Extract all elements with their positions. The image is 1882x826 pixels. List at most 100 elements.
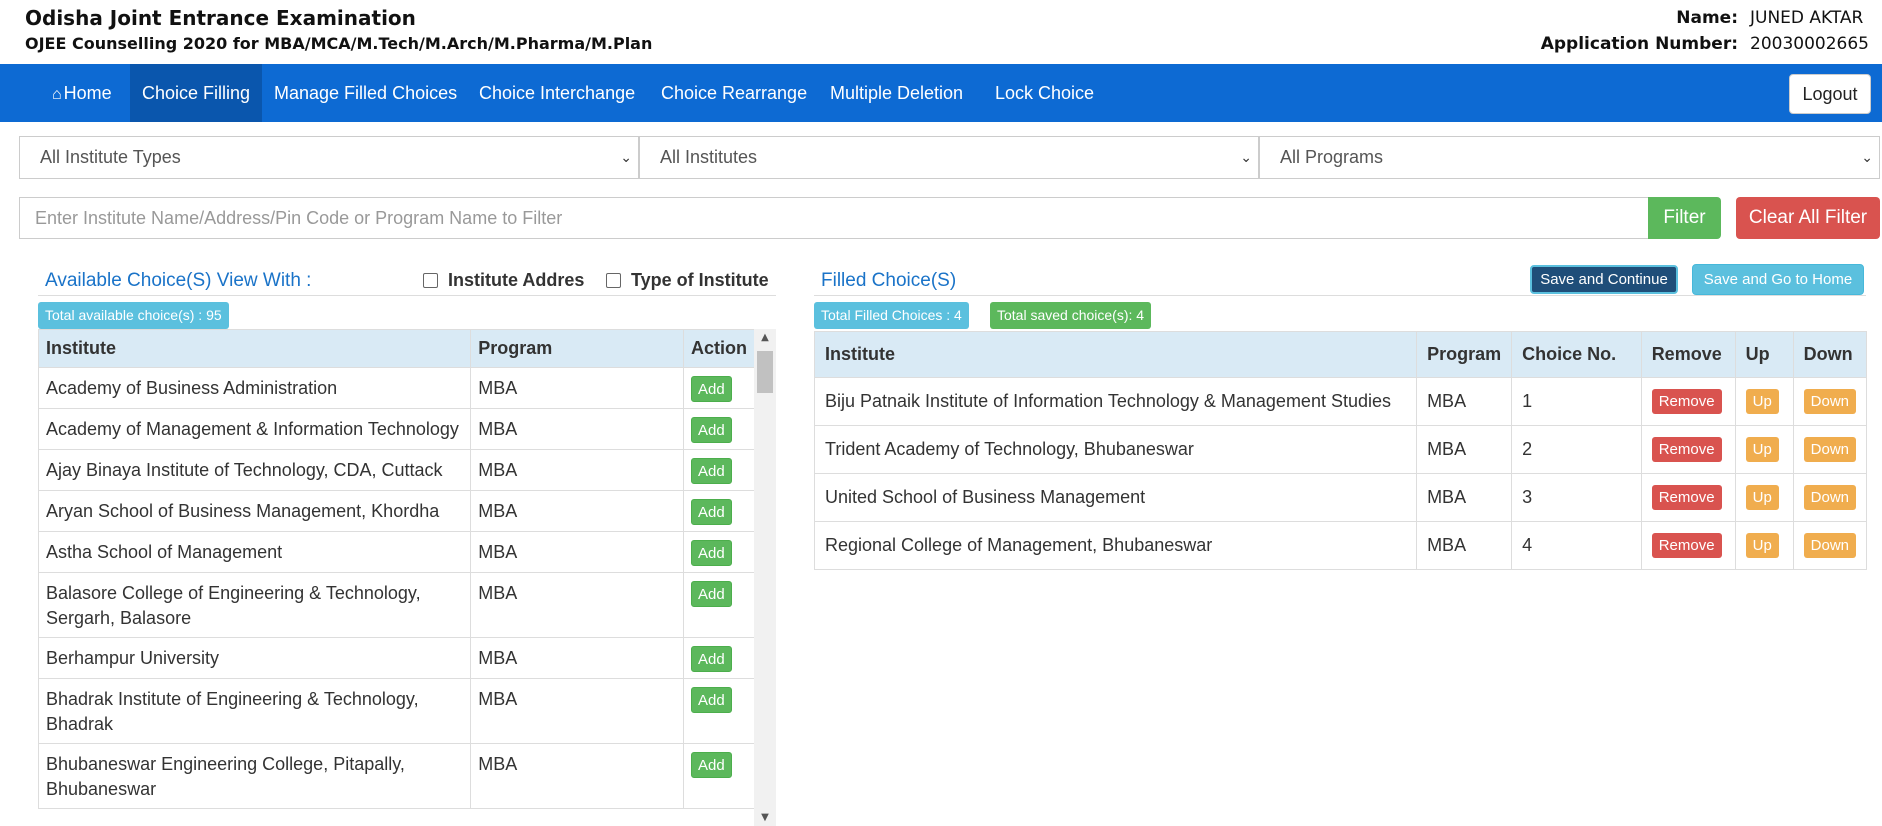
program-cell: MBA: [470, 637, 684, 679]
page-subtitle: OJEE Counselling 2020 for MBA/MCA/M.Tech…: [25, 34, 653, 53]
program-cell: MBA: [1416, 377, 1513, 426]
program-cell: MBA: [470, 408, 684, 450]
nav-choice-filling[interactable]: Choice Filling: [130, 64, 263, 122]
add-button[interactable]: Add: [691, 540, 732, 566]
available-choices-table: Institute Program Action Academy of Busi…: [38, 329, 755, 809]
table-row: Astha School of Management MBA Add: [38, 531, 755, 573]
choice-number-cell: 1: [1511, 377, 1642, 426]
up-button[interactable]: Up: [1745, 485, 1779, 510]
chevron-down-icon: ⌄: [1240, 149, 1252, 165]
table-row: Ajay Binaya Institute of Technology, CDA…: [38, 449, 755, 491]
column-header-institute: Institute: [38, 329, 472, 368]
table-row: Berhampur University MBA Add: [38, 637, 755, 679]
nav-multiple-deletion[interactable]: Multiple Deletion: [818, 64, 975, 122]
name-label: Name:: [1676, 8, 1738, 28]
nav-manage-filled-choices[interactable]: Manage Filled Choices: [262, 64, 469, 122]
add-button[interactable]: Add: [691, 646, 732, 672]
clear-all-filter-button[interactable]: Clear All Filter: [1736, 197, 1880, 239]
column-header-action: Action: [683, 329, 755, 368]
program-cell: MBA: [1416, 473, 1513, 522]
application-number-value: 20030002665: [1750, 34, 1869, 54]
save-and-continue-button[interactable]: Save and Continue: [1530, 265, 1678, 294]
add-button[interactable]: Add: [691, 417, 732, 443]
remove-button[interactable]: Remove: [1651, 437, 1722, 462]
table-row: Aryan School of Business Management, Kho…: [38, 490, 755, 532]
institute-cell: Trident Academy of Technology, Bhubanesw…: [813, 425, 1418, 474]
add-button[interactable]: Add: [691, 458, 732, 484]
institute-cell: Berhampur University: [38, 637, 472, 679]
table-row: Balasore College of Engineering & Techno…: [38, 572, 755, 638]
filter-button[interactable]: Filter: [1648, 197, 1721, 239]
scroll-down-arrow-icon[interactable]: ▼: [754, 812, 776, 823]
add-button[interactable]: Add: [691, 499, 732, 525]
remove-button[interactable]: Remove: [1651, 389, 1722, 414]
nav-home[interactable]: ⌂ Home: [40, 64, 124, 122]
institute-type-checkbox[interactable]: [606, 273, 621, 288]
column-header-remove: Remove: [1640, 331, 1736, 378]
program-cell: MBA: [470, 367, 684, 409]
down-button[interactable]: Down: [1803, 437, 1856, 462]
page-title: Odisha Joint Entrance Examination: [25, 6, 416, 30]
table-row: Bhadrak Institute of Engineering & Techn…: [38, 678, 755, 744]
program-cell: MBA: [1416, 425, 1513, 474]
add-button[interactable]: Add: [691, 752, 732, 778]
filled-choices-table: Institute Program Choice No. Remove Up D…: [813, 331, 1868, 570]
down-button[interactable]: Down: [1803, 533, 1856, 558]
choice-number-cell: 2: [1511, 425, 1642, 474]
program-cell: MBA: [470, 743, 684, 809]
available-choices-header: Available Choice(S) View With : Institut…: [38, 268, 776, 296]
nav-choice-rearrange[interactable]: Choice Rearrange: [649, 64, 819, 122]
column-header-program: Program: [1416, 331, 1513, 378]
remove-button[interactable]: Remove: [1651, 485, 1722, 510]
program-cell: MBA: [470, 531, 684, 573]
program-cell: MBA: [470, 490, 684, 532]
institute-cell: Regional College of Management, Bhubanes…: [813, 521, 1418, 570]
institute-type-select[interactable]: All Institute Types ⌄: [19, 136, 639, 179]
institute-cell: Balasore College of Engineering & Techno…: [38, 572, 472, 638]
available-list-scrollbar[interactable]: ▲ ▼: [754, 329, 776, 826]
application-number-label: Application Number:: [1540, 34, 1738, 54]
institute-address-checkbox[interactable]: [423, 273, 438, 288]
institute-cell: Aryan School of Business Management, Kho…: [38, 490, 472, 532]
program-select[interactable]: All Programs ⌄: [1259, 136, 1880, 179]
nav-choice-interchange[interactable]: Choice Interchange: [467, 64, 647, 122]
choice-number-cell: 3: [1511, 473, 1642, 522]
logout-button[interactable]: Logout: [1789, 74, 1871, 114]
name-value: JUNED AKTAR: [1750, 8, 1864, 28]
up-button[interactable]: Up: [1745, 389, 1779, 414]
table-row: Bhubaneswar Engineering College, Pitapal…: [38, 743, 755, 809]
home-icon: ⌂: [52, 86, 62, 103]
down-button[interactable]: Down: [1803, 389, 1856, 414]
total-available-badge: Total available choice(s) : 95: [38, 302, 229, 329]
scrollbar-thumb[interactable]: [757, 351, 773, 393]
table-row: Biju Patnaik Institute of Information Te…: [813, 377, 1868, 426]
institute-cell: United School of Business Management: [813, 473, 1418, 522]
column-header-program: Program: [470, 329, 684, 368]
total-filled-badge: Total Filled Choices : 4: [814, 302, 969, 329]
program-cell: MBA: [1416, 521, 1513, 570]
institute-cell: Bhadrak Institute of Engineering & Techn…: [38, 678, 472, 744]
add-button[interactable]: Add: [691, 581, 732, 607]
chevron-down-icon: ⌄: [1861, 149, 1873, 165]
save-and-go-home-button[interactable]: Save and Go to Home: [1692, 264, 1864, 295]
up-button[interactable]: Up: [1745, 533, 1779, 558]
scroll-up-arrow-icon[interactable]: ▲: [754, 332, 776, 343]
up-button[interactable]: Up: [1745, 437, 1779, 462]
institute-cell: Bhubaneswar Engineering College, Pitapal…: [38, 743, 472, 809]
remove-button[interactable]: Remove: [1651, 533, 1722, 558]
down-button[interactable]: Down: [1803, 485, 1856, 510]
column-header-up: Up: [1734, 331, 1794, 378]
search-input[interactable]: Enter Institute Name/Address/Pin Code or…: [19, 197, 1649, 239]
column-header-choice-no: Choice No.: [1511, 331, 1642, 378]
institute-select[interactable]: All Institutes ⌄: [639, 136, 1259, 179]
table-row: Academy of Business Administration MBA A…: [38, 367, 755, 409]
available-choices-title: Available Choice(S) View With :: [45, 270, 312, 291]
nav-lock-choice[interactable]: Lock Choice: [983, 64, 1106, 122]
page-header: Odisha Joint Entrance Examination OJEE C…: [0, 0, 1882, 64]
table-row: Academy of Management & Information Tech…: [38, 408, 755, 450]
add-button[interactable]: Add: [691, 376, 732, 402]
filled-choices-title: Filled Choice(S): [821, 270, 957, 291]
choice-number-cell: 4: [1511, 521, 1642, 570]
institute-cell: Academy of Business Administration: [38, 367, 472, 409]
add-button[interactable]: Add: [691, 687, 732, 713]
